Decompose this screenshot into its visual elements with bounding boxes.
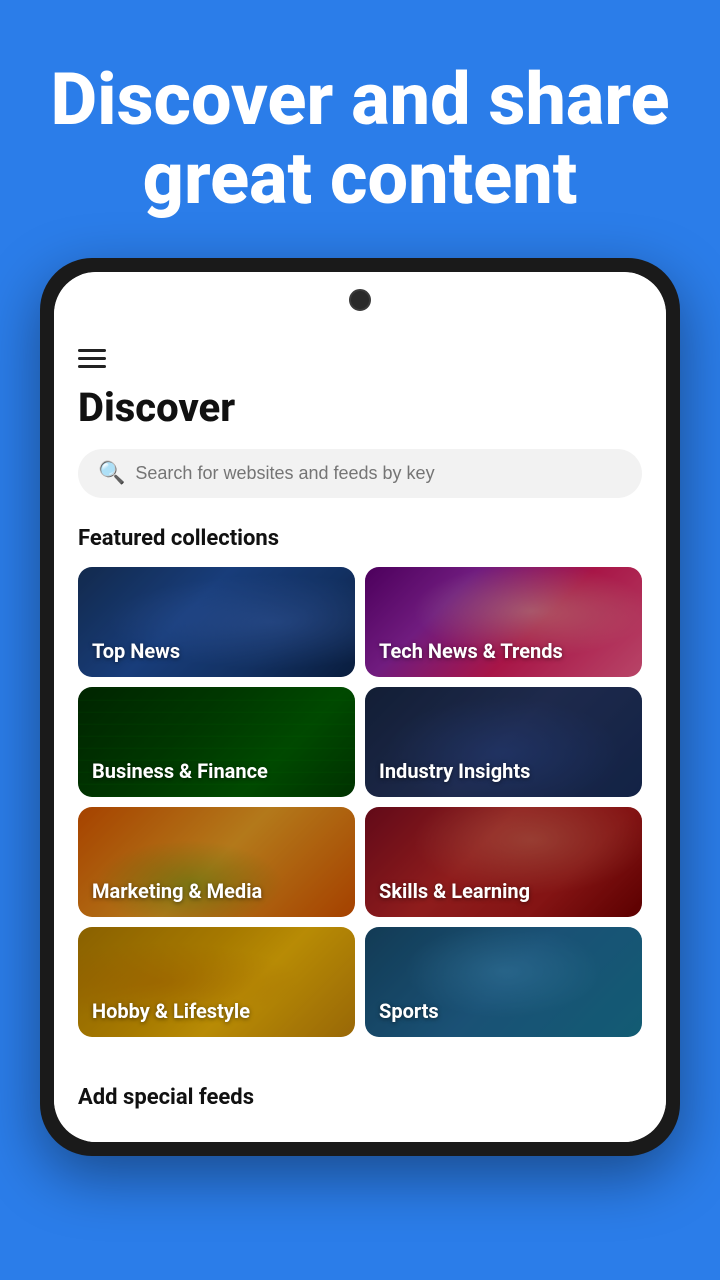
add-feeds-title: Add special feeds: [78, 1085, 642, 1110]
card-label-tech-news: Tech News & Trends: [379, 639, 628, 663]
card-label-top-news: Top News: [92, 639, 341, 663]
phone-screen: Discover 🔍 Featured collections Top News: [54, 272, 666, 1142]
add-special-feeds-section: Add special feeds: [54, 1085, 666, 1142]
collection-card-marketing[interactable]: Marketing & Media: [78, 807, 355, 917]
search-input[interactable]: [135, 463, 622, 484]
page-title: Discover: [78, 384, 642, 431]
collection-card-industry[interactable]: Industry Insights: [365, 687, 642, 797]
featured-collections-title: Featured collections: [78, 526, 642, 551]
collections-grid: Top News Tech News & Trends Business & F…: [78, 567, 642, 1037]
card-label-industry: Industry Insights: [379, 759, 628, 783]
collection-card-business[interactable]: Business & Finance: [78, 687, 355, 797]
collection-card-top-news[interactable]: Top News: [78, 567, 355, 677]
card-label-hobby: Hobby & Lifestyle: [92, 999, 341, 1023]
card-label-sports: Sports: [379, 999, 628, 1023]
phone-frame: Discover 🔍 Featured collections Top News: [40, 258, 680, 1156]
collection-card-hobby[interactable]: Hobby & Lifestyle: [78, 927, 355, 1037]
phone-notch: [54, 272, 666, 328]
phone-body: Discover 🔍 Featured collections Top News: [40, 258, 680, 1156]
menu-button[interactable]: [78, 349, 642, 368]
collection-card-sports[interactable]: Sports: [365, 927, 642, 1037]
collection-card-tech-news[interactable]: Tech News & Trends: [365, 567, 642, 677]
search-bar[interactable]: 🔍: [78, 449, 642, 498]
hero-section: Discover and share great content: [0, 0, 720, 258]
collection-card-skills[interactable]: Skills & Learning: [365, 807, 642, 917]
card-label-skills: Skills & Learning: [379, 879, 628, 903]
app-content: Discover 🔍 Featured collections Top News: [54, 328, 666, 1085]
card-label-business: Business & Finance: [92, 759, 341, 783]
phone-camera: [349, 289, 371, 311]
search-icon: 🔍: [98, 461, 125, 486]
card-label-marketing: Marketing & Media: [92, 879, 341, 903]
hero-title: Discover and share great content: [40, 60, 680, 218]
